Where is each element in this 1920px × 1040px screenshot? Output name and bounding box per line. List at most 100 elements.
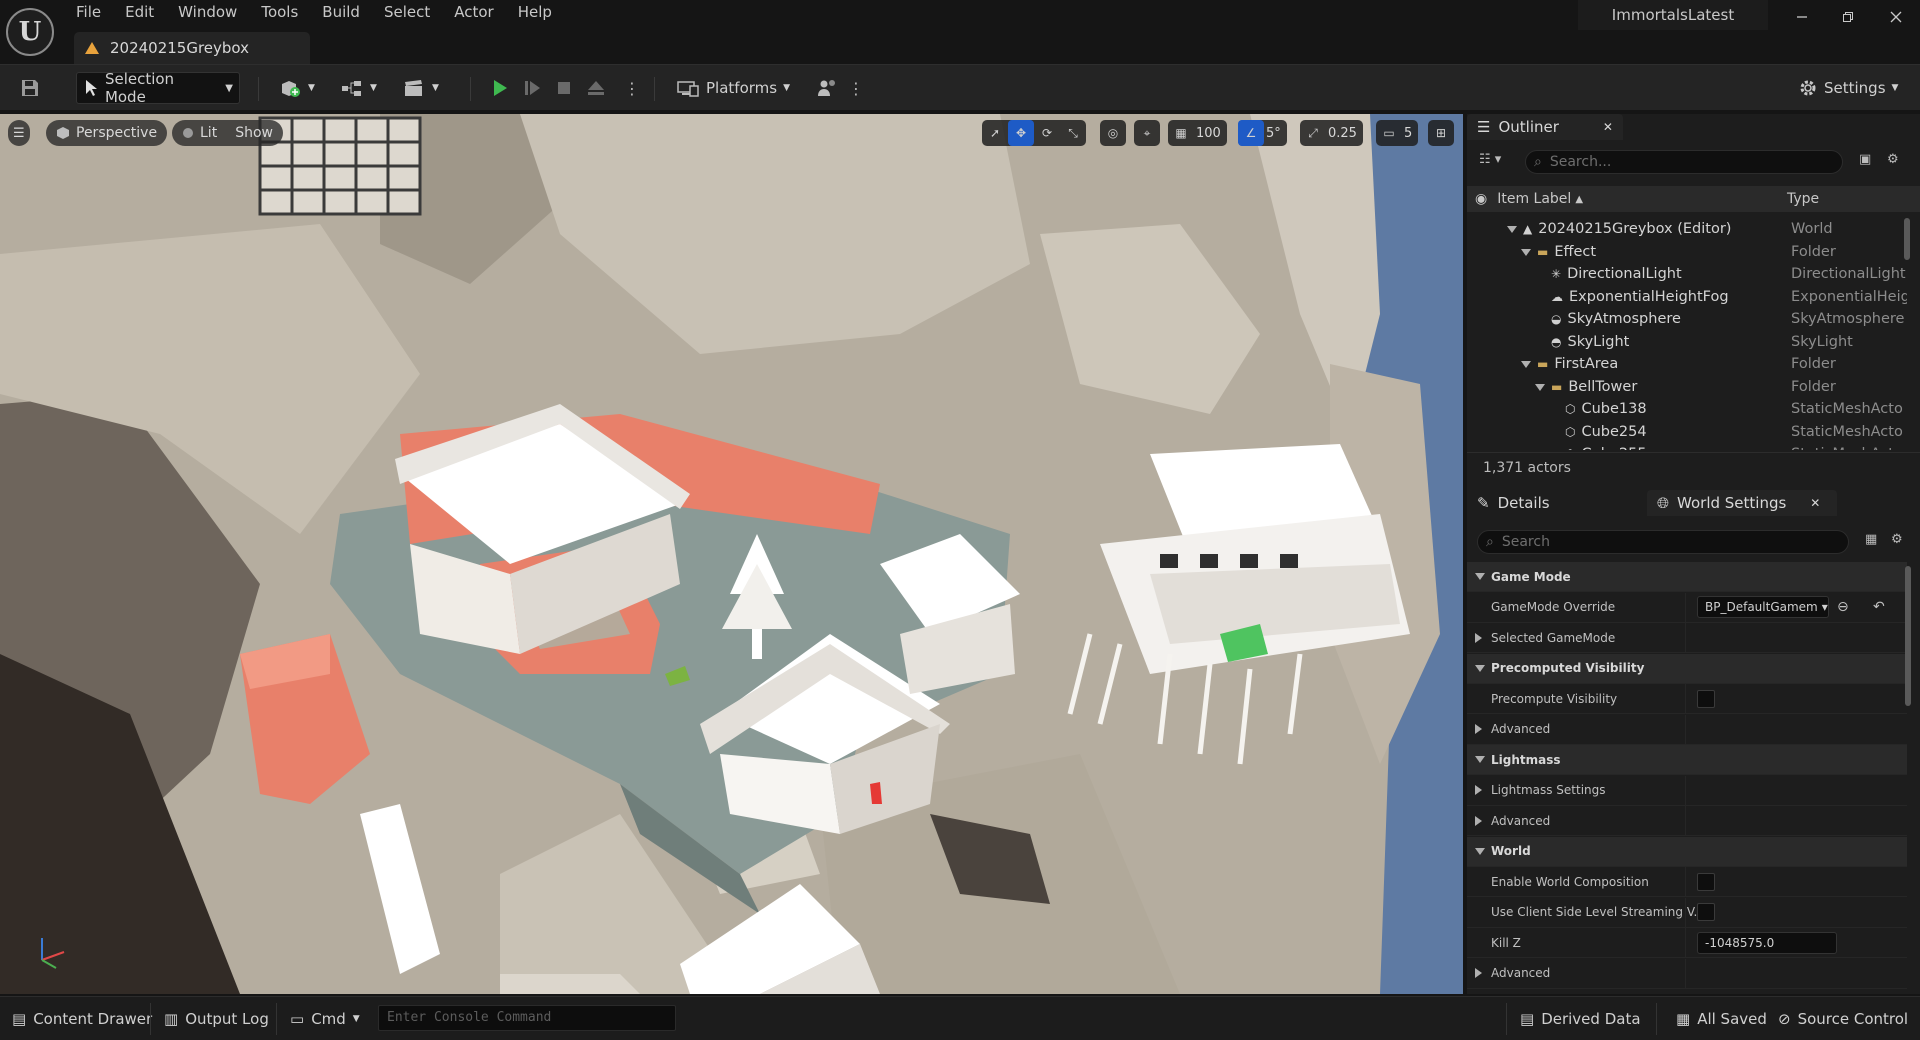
play-button[interactable] [484,72,516,104]
menu-help[interactable]: Help [506,0,564,26]
column-splitter[interactable] [1685,623,1686,653]
outliner-row[interactable]: ◒ SkyAtmosphere SkyAtmosphere [1467,308,1907,330]
details-property-row[interactable]: Advanced [1467,714,1907,745]
expand-arrow-icon[interactable] [1521,356,1531,372]
select-tool-icon[interactable]: ➚ [982,120,1008,146]
reset-to-default-icon[interactable]: ↶ [1873,599,1885,615]
perspective-button[interactable]: Perspective [46,120,168,146]
menu-window[interactable]: Window [166,0,249,26]
mode-dropdown[interactable]: Selection Mode ▼ [76,70,240,106]
expand-arrow-icon[interactable] [1475,968,1482,978]
source-control-button[interactable]: ⊘ Source Control [1778,1006,1908,1032]
scale-snap-button[interactable]: ⤢ 0.25 [1300,120,1363,146]
details-category[interactable]: Lightmass [1467,745,1907,775]
show-label[interactable]: Show [235,125,273,141]
platforms-button[interactable]: Platforms ▼ [670,72,796,104]
collapse-arrow-icon[interactable] [1475,756,1485,763]
expand-arrow-icon[interactable] [1475,785,1482,795]
rotation-snap-button[interactable]: ∠ 5° [1238,120,1287,146]
outliner-row[interactable]: ⬡ Cube254 StaticMeshActo [1467,421,1907,443]
expand-arrow-icon[interactable] [1535,379,1545,395]
blueprint-button[interactable]: ▼ [334,72,383,104]
property-checkbox[interactable] [1697,903,1715,921]
view-mode-button[interactable]: Lit Show [172,120,283,146]
outliner-scrollbar[interactable] [1904,218,1910,260]
close-window-button[interactable] [1876,2,1916,32]
outliner-row[interactable]: ◓ SkyLight SkyLight [1467,331,1907,353]
details-settings-button[interactable]: ⚙ [1891,532,1903,547]
details-category[interactable]: Game Mode [1467,562,1907,592]
details-property-row[interactable]: Lightmass Settings [1467,775,1907,806]
console-command-input[interactable]: Enter Console Command [378,1005,676,1031]
menu-build[interactable]: Build [310,0,372,26]
toolbar-options-button[interactable]: ⋮ [842,72,870,104]
column-splitter[interactable] [1685,928,1686,958]
outliner-row[interactable]: ▬ FirstArea Folder [1467,353,1907,375]
menu-tools[interactable]: Tools [249,0,310,26]
advance-frame-button[interactable] [516,72,548,104]
column-splitter[interactable] [1685,684,1686,714]
column-splitter[interactable] [1685,958,1686,989]
restore-button[interactable] [1828,2,1868,32]
rotate-tool-icon[interactable]: ⟳ [1034,120,1060,146]
collapse-arrow-icon[interactable] [1475,847,1485,855]
level-tab[interactable]: 20240215Greybox [74,32,310,64]
close-icon[interactable]: ✕ [1810,496,1820,510]
property-matrix-button[interactable]: ▦ [1865,532,1877,547]
expand-arrow-icon[interactable] [1475,815,1482,826]
column-splitter[interactable] [1685,897,1686,928]
details-property-row[interactable]: Advanced [1467,958,1907,989]
column-splitter[interactable] [1685,592,1686,623]
stop-button[interactable] [548,72,580,104]
minimize-button[interactable] [1782,2,1822,32]
translate-tool-icon[interactable]: ✥ [1008,120,1034,146]
viewport-layout-button[interactable]: ⊞ [1428,120,1454,146]
gamemode-override-dropdown[interactable]: BP_DefaultGamem ▾ [1697,596,1829,618]
menu-file[interactable]: File [64,0,113,26]
camera-speed-button[interactable]: ▭ 5 [1376,120,1419,146]
outliner-row[interactable]: ▲ 20240215Greybox (Editor) World [1467,218,1907,240]
scale-tool-icon[interactable]: ⤡ [1060,120,1086,146]
expand-arrow-icon[interactable] [1521,244,1531,260]
eject-button[interactable] [580,72,612,104]
outliner-row[interactable]: ⬡ Cube255 StaticMeshActo [1467,443,1907,450]
property-value-input[interactable]: -1048575.0 [1697,931,1837,954]
column-splitter[interactable] [1685,806,1686,836]
details-tab[interactable]: ✎ Details [1467,490,1560,516]
menu-edit[interactable]: Edit [113,0,166,26]
outliner-row[interactable]: ⬡ Cube138 StaticMeshActo [1467,398,1907,420]
details-scrollbar[interactable] [1905,566,1911,706]
play-options-button[interactable]: ⋮ [618,72,646,104]
settings-button[interactable]: Settings ▼ [1792,72,1904,104]
details-category[interactable]: Precomputed Visibility [1467,653,1907,684]
save-button[interactable] [14,72,46,104]
cinematics-button[interactable]: ▼ [396,72,445,104]
level-viewport[interactable]: ☰ Perspective Lit Show ➚ ✥ ⟳ ⤡ ◎ ⌖ ▦ 100… [0,114,1463,994]
column-splitter[interactable] [1685,867,1686,897]
unreal-logo[interactable]: U [6,8,54,56]
viewport-menu-button[interactable]: ☰ [8,120,30,146]
browse-asset-icon[interactable]: ⊖ [1837,599,1849,615]
add-actor-button[interactable]: ▼ [272,72,321,104]
collapse-arrow-icon[interactable] [1475,664,1485,672]
content-drawer-button[interactable]: ▤ Content Drawer [12,1006,152,1032]
details-category[interactable]: World [1467,836,1907,867]
property-checkbox[interactable] [1697,689,1715,708]
outliner-row[interactable]: ✳ DirectionalLight DirectionalLight [1467,263,1907,285]
expand-arrow-icon[interactable] [1507,221,1517,237]
expand-arrow-icon[interactable] [1475,632,1482,643]
details-property-row[interactable]: Selected GameMode [1467,623,1907,653]
property-checkbox[interactable] [1697,872,1715,891]
surface-snap-button[interactable]: ⌖ [1134,120,1160,146]
derived-data-button[interactable]: ▤ Derived Data [1520,1006,1641,1032]
cmd-dropdown[interactable]: ▭ Cmd ▼ [290,1006,360,1032]
output-log-button[interactable]: ▥ Output Log [164,1006,269,1032]
menu-actor[interactable]: Actor [442,0,505,26]
menu-select[interactable]: Select [372,0,442,26]
grid-snap-button[interactable]: ▦ 100 [1168,120,1227,146]
outliner-row[interactable]: ▬ Effect Folder [1467,241,1907,263]
outliner-row[interactable]: ☁ ExponentialHeightFog ExponentialHeig [1467,286,1907,308]
details-search-input[interactable]: ⌕ Search [1477,530,1849,554]
multi-user-button[interactable] [810,72,846,104]
collapse-arrow-icon[interactable] [1475,573,1485,580]
